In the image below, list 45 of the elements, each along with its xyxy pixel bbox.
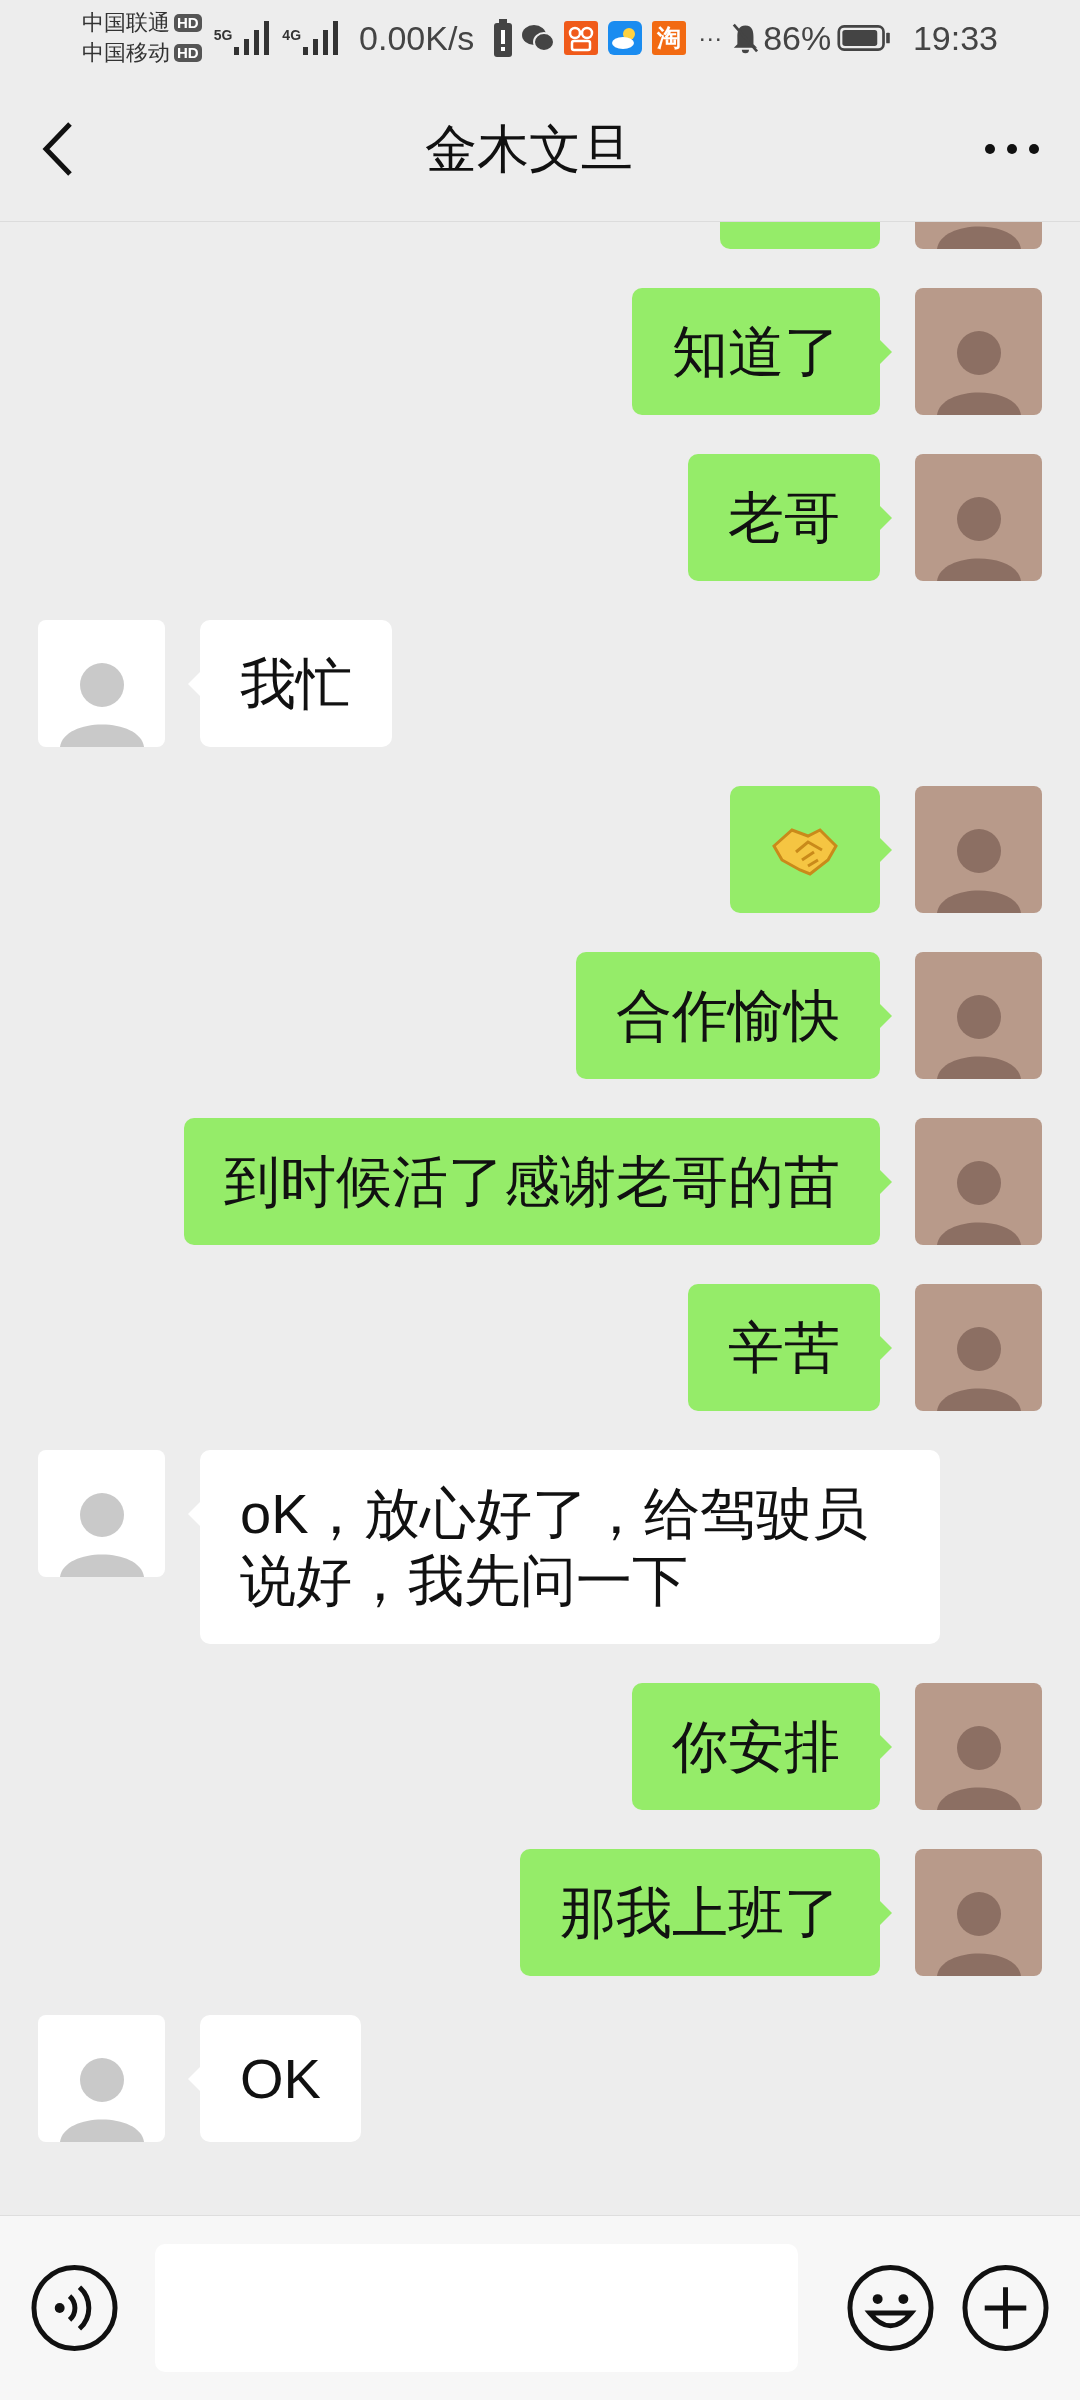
app-icon [564, 21, 599, 55]
voice-icon[interactable] [30, 2263, 119, 2353]
signal-icon [234, 21, 271, 55]
avatar[interactable] [38, 2015, 165, 2142]
avatar[interactable] [915, 1849, 1042, 1976]
avatar[interactable] [38, 620, 165, 747]
carrier-name: 中国移动 [82, 39, 170, 67]
message-bubble: 那我上班了 [520, 1849, 880, 1976]
network-speed: 0.00K/s [359, 17, 475, 59]
more-notifications: ··· [698, 23, 723, 53]
message-bubble: 你安排 [632, 1683, 880, 1810]
message-bubble: 我忙 [200, 620, 392, 747]
battery-percent: 86% [763, 17, 832, 59]
network-label: 4G [282, 27, 302, 43]
avatar[interactable] [38, 1450, 165, 1577]
plus-icon[interactable] [960, 2263, 1050, 2353]
battery-alert-icon [494, 19, 513, 57]
emoji-icon[interactable] [845, 2263, 935, 2353]
message-bubble: 辛苦 [688, 1284, 880, 1411]
chat-title: 金木文旦 [425, 118, 633, 180]
message-bubble: 合作愉快 [576, 952, 880, 1079]
message-bubble: 老哥 [688, 454, 880, 581]
message-bubble: 到时候活了感谢老哥的苗 [184, 1118, 880, 1245]
avatar[interactable] [915, 1118, 1042, 1245]
hd-badge: HD [174, 44, 202, 62]
avatar[interactable] [915, 454, 1042, 581]
clock-time: 19:33 [912, 17, 998, 59]
avatar[interactable] [915, 1683, 1042, 1810]
app-icon: 淘 [652, 21, 687, 55]
more-icon[interactable] [984, 142, 1040, 155]
signal-icon [303, 21, 340, 55]
message-bubble: oK，放心好了，给驾驶员说好，我先问一下 [200, 1450, 940, 1644]
chat-bubbles-icon [522, 23, 555, 53]
avatar[interactable] [915, 952, 1042, 1079]
avatar[interactable] [915, 288, 1042, 415]
muted-bell-icon [732, 21, 760, 55]
message-bubble: 知道了 [632, 288, 880, 415]
avatar[interactable] [915, 1284, 1042, 1411]
battery-icon [837, 23, 891, 53]
hd-badge: HD [174, 14, 202, 32]
message-bubble: OK [200, 2015, 361, 2142]
weather-icon [608, 21, 643, 55]
carrier-name: 中国联通 [82, 9, 170, 37]
avatar[interactable] [915, 786, 1042, 913]
network-label: 5G [213, 27, 233, 43]
